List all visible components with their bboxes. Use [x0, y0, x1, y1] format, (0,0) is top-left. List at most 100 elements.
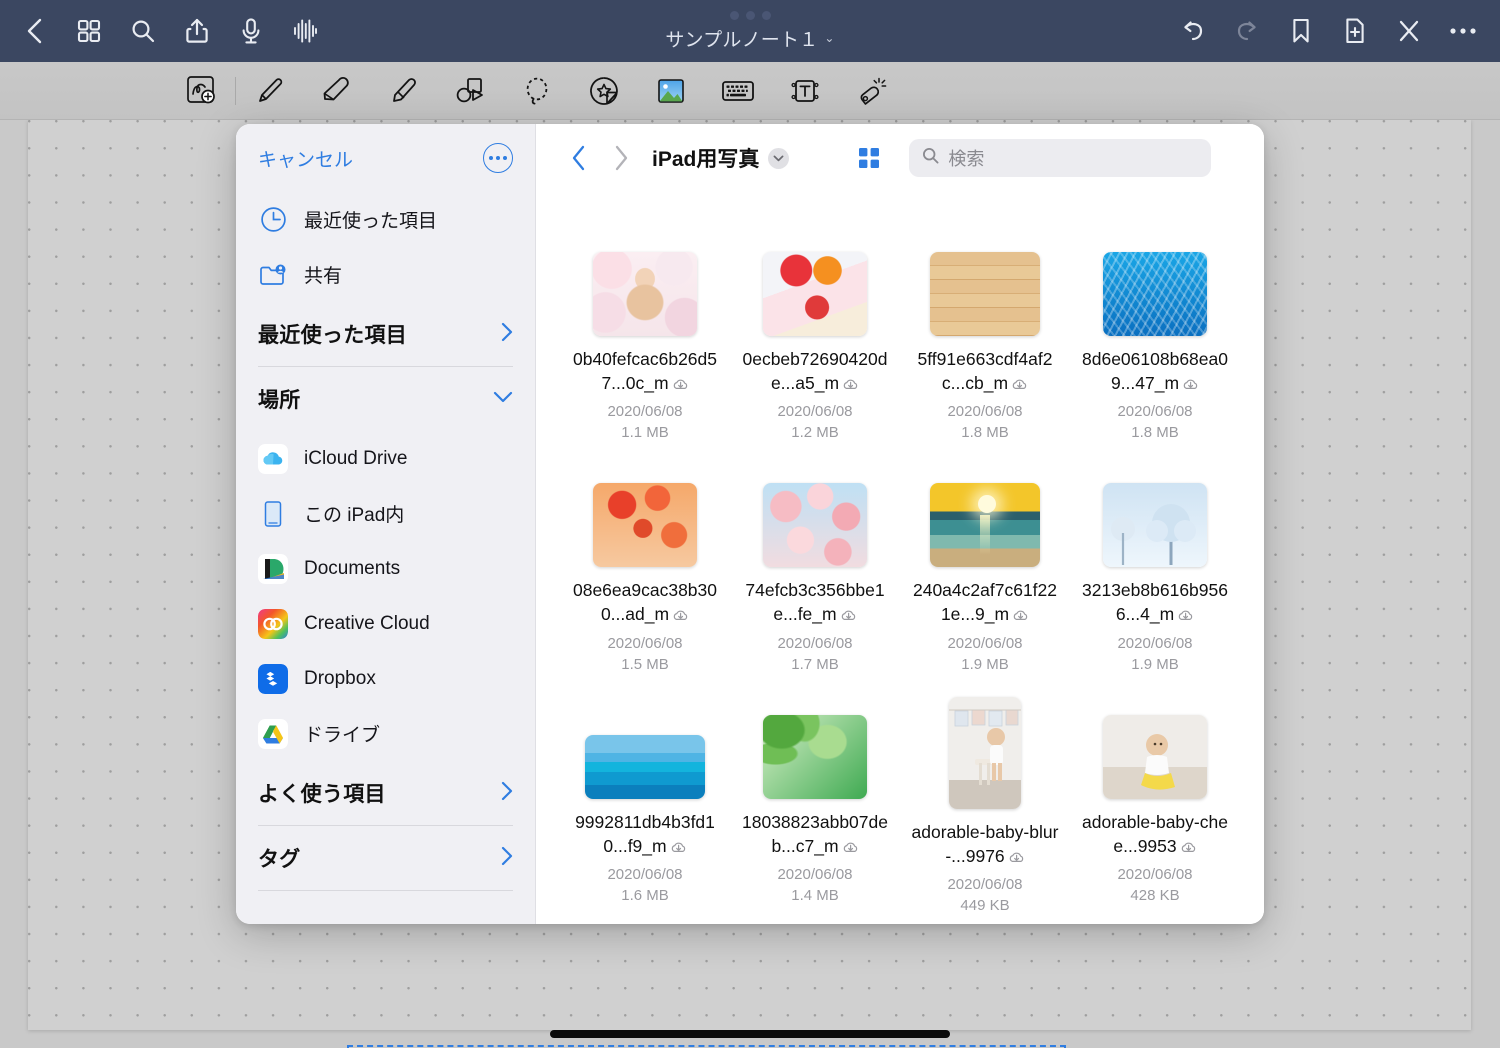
text-box-tool[interactable]: [771, 66, 838, 116]
file-thumbnail-box: [763, 230, 867, 336]
close-icon[interactable]: [1382, 6, 1436, 56]
redo-icon[interactable]: [1220, 6, 1274, 56]
pen-tool[interactable]: [235, 66, 302, 116]
file-date: 2020/06/08: [947, 634, 1023, 652]
microphone-icon[interactable]: [224, 6, 278, 56]
topbar-left-tools: [0, 6, 332, 56]
file-date: 2020/06/08: [777, 634, 853, 652]
browser-forward-button[interactable]: [600, 137, 642, 179]
waveform-icon[interactable]: [278, 6, 332, 56]
file-item[interactable]: 74efcb3c356bbe1e...fe_m 2020/06/08 1.7 M…: [730, 443, 900, 673]
more-icon[interactable]: [1436, 6, 1490, 56]
search-input[interactable]: 検索: [909, 139, 1212, 177]
file-thumbnail-box: [930, 230, 1040, 336]
green-leaves-thumbnail: [763, 714, 867, 799]
file-item[interactable]: 3213eb8b616b9566...4_m 2020/06/08 1.9 MB: [1070, 443, 1240, 673]
file-size: 1.2 MB: [791, 424, 839, 442]
file-item[interactable]: 5ff91e663cdf4af2c...cb_m 2020/06/08 1.8 …: [900, 212, 1070, 441]
file-item[interactable]: adorable-baby-blur-...9976 2020/06/08 44…: [900, 675, 1070, 914]
undo-icon[interactable]: [1166, 6, 1220, 56]
sidebar-section-recents[interactable]: 最近使った項目: [258, 302, 513, 366]
file-picker-sidebar: キャンセル 最近使った項目 共有 最近使った項目 場所 iCloud Drive…: [236, 124, 536, 924]
sidebar-item-shared[interactable]: 共有: [258, 247, 513, 302]
file-thumbnail-box: [1103, 230, 1207, 336]
eraser-tool[interactable]: [302, 66, 369, 116]
sidebar-item-on-my-ipad[interactable]: この iPad内: [258, 486, 513, 541]
icloud-download-icon[interactable]: [840, 604, 857, 628]
icloud-download-icon[interactable]: [672, 373, 689, 397]
file-date: 2020/06/08: [947, 403, 1023, 421]
sunset-lake-thumbnail: [930, 483, 1040, 568]
file-browser: iPad用写真 検索 0b40fefcac6b26d57...0c_m 2020…: [536, 124, 1264, 924]
file-name: 74efcb3c356bbe1e...fe_m: [740, 578, 890, 628]
file-item[interactable]: 8d6e06108b68ea09...47_m 2020/06/08 1.8 M…: [1070, 212, 1240, 441]
sidebar-item-documents[interactable]: Documents: [258, 541, 513, 596]
sidebar-section-tags[interactable]: タグ: [258, 826, 513, 890]
sidebar-item-dropbox[interactable]: Dropbox: [258, 651, 513, 706]
file-size: 428 KB: [1130, 886, 1180, 904]
file-item[interactable]: 240a4c2af7c61f221e...9_m 2020/06/08 1.9 …: [900, 443, 1070, 673]
highlighter-tool[interactable]: [369, 66, 436, 116]
image-tool[interactable]: [637, 66, 704, 116]
sidebar-item-recents[interactable]: 最近使った項目: [258, 192, 513, 247]
icloud-download-icon[interactable]: [842, 836, 859, 860]
home-indicator[interactable]: [550, 1030, 950, 1038]
sidebar-section-locations-label: 場所: [258, 389, 301, 412]
sidebar-item-creative-cloud[interactable]: Creative Cloud: [258, 596, 513, 651]
shared-folder-icon: [258, 260, 288, 290]
file-date: 2020/06/08: [947, 875, 1023, 893]
lasso-select-tool[interactable]: [503, 66, 570, 116]
pages-grid-icon[interactable]: [62, 6, 116, 56]
drag-handle-dots[interactable]: [729, 10, 771, 20]
search-icon[interactable]: [116, 6, 170, 56]
back-icon[interactable]: [8, 6, 62, 56]
lasso-zoom-tool[interactable]: [168, 66, 236, 116]
bookmark-icon[interactable]: [1274, 6, 1328, 56]
file-name: 0ecbeb72690420de...a5_m: [740, 347, 890, 397]
sticker-tool[interactable]: [570, 66, 637, 116]
add-page-icon[interactable]: [1328, 6, 1382, 56]
creative-cloud-icon: [258, 608, 288, 639]
keyboard-tool[interactable]: [704, 66, 771, 116]
sidebar-item-shared-label: 共有: [304, 266, 343, 287]
sidebar-divider-3: [258, 890, 513, 891]
file-date: 2020/06/08: [1117, 865, 1193, 883]
icloud-download-icon[interactable]: [1008, 846, 1025, 870]
blue-sea-thumbnail: [585, 734, 705, 799]
file-item[interactable]: 0ecbeb72690420de...a5_m 2020/06/08 1.2 M…: [730, 212, 900, 441]
chevron-down-icon[interactable]: [768, 147, 790, 169]
icloud-download-icon[interactable]: [842, 373, 859, 397]
icloud-download-icon[interactable]: [1012, 604, 1029, 628]
sidebar-section-favorites[interactable]: よく使う項目: [258, 761, 513, 825]
icloud-download-icon[interactable]: [1180, 836, 1197, 860]
laser-pointer-tool[interactable]: [838, 66, 905, 116]
cancel-button[interactable]: キャンセル: [258, 145, 353, 172]
sidebar-section-locations[interactable]: 場所: [258, 367, 513, 431]
icloud-download-icon[interactable]: [1182, 373, 1199, 397]
shape-tool[interactable]: [436, 66, 503, 116]
file-date: 2020/06/08: [607, 403, 683, 421]
file-item[interactable]: 0b40fefcac6b26d57...0c_m 2020/06/08 1.1 …: [560, 212, 730, 441]
file-item[interactable]: adorable-baby-chee...9953 2020/06/08 428…: [1070, 675, 1240, 914]
grid-view-icon[interactable]: [851, 140, 887, 176]
file-name: 5ff91e663cdf4af2c...cb_m: [910, 347, 1060, 397]
baby-sitting-thumbnail: [1103, 714, 1207, 799]
file-item[interactable]: 08e6ea9cac38b300...ad_m 2020/06/08 1.5 M…: [560, 443, 730, 673]
breadcrumb[interactable]: iPad用写真: [652, 143, 790, 173]
ipad-icon: [258, 499, 288, 529]
sidebar-item-google-drive[interactable]: ドライブ: [258, 706, 513, 761]
file-item[interactable]: 9992811db4b3fd10...f9_m 2020/06/08 1.6 M…: [560, 675, 730, 914]
file-item[interactable]: 18038823abb07deb...c7_m 2020/06/08 1.4 M…: [730, 675, 900, 914]
icloud-download-icon[interactable]: [670, 836, 687, 860]
browser-back-button[interactable]: [558, 137, 600, 179]
icloud-download-icon[interactable]: [1011, 373, 1028, 397]
file-name: adorable-baby-blur-...9976: [910, 820, 1060, 870]
autumn-maple-thumbnail: [593, 483, 697, 568]
icloud-download-icon[interactable]: [1177, 604, 1194, 628]
sidebar-more-icon[interactable]: [483, 143, 513, 173]
document-title-button[interactable]: サンプルノート１ ⌄: [665, 25, 834, 52]
share-icon[interactable]: [170, 6, 224, 56]
sidebar-item-icloud-drive[interactable]: iCloud Drive: [258, 431, 513, 486]
file-name: 08e6ea9cac38b300...ad_m: [570, 578, 720, 628]
icloud-download-icon[interactable]: [672, 604, 689, 628]
